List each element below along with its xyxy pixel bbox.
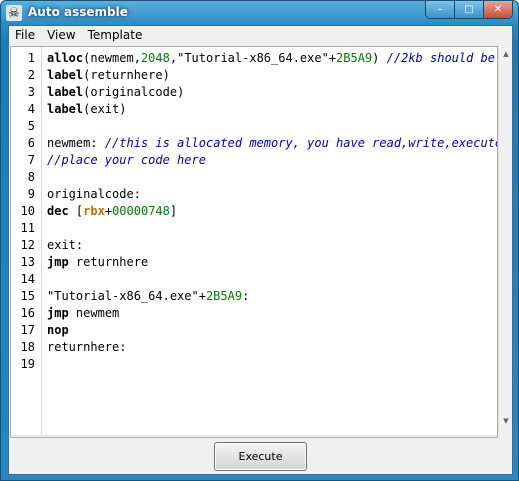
code-area[interactable]: alloc(newmem,2048,"Tutorial-x86_64.exe"+… bbox=[47, 47, 497, 437]
client-area: File View Template 1 2 3 4 5 6 7 8 9 10 11 12 13 14 15… bbox=[8, 25, 513, 475]
line-number: 19 bbox=[20, 357, 35, 371]
line-number: 5 bbox=[27, 119, 35, 133]
line-number: 14 bbox=[20, 272, 35, 286]
code-line[interactable]: exit: bbox=[47, 237, 83, 254]
code-line[interactable]: "Tutorial-x86_64.exe"+2B5A9: bbox=[47, 288, 249, 305]
line-number: 16 bbox=[20, 306, 35, 320]
code-line[interactable]: label(originalcode) bbox=[47, 84, 184, 101]
scroll-up-icon[interactable]: ▲ bbox=[499, 47, 513, 61]
code-line[interactable]: dec [rbx+00000748] bbox=[47, 203, 177, 220]
line-number: 15 bbox=[20, 289, 35, 303]
scrollbar-corner bbox=[498, 430, 512, 438]
code-line[interactable]: newmem: //this is allocated memory, you … bbox=[47, 135, 497, 152]
code-line[interactable]: originalcode: bbox=[47, 186, 141, 203]
line-number: 2 bbox=[27, 68, 35, 82]
line-number: 1 bbox=[27, 51, 35, 65]
code-editor[interactable]: 1 2 3 4 5 6 7 8 9 10 11 12 13 14 15 16 17 18 19 alloc(newm… bbox=[10, 46, 498, 438]
line-number: 8 bbox=[27, 170, 35, 184]
maximize-button[interactable]: □ bbox=[455, 1, 484, 18]
code-line[interactable]: label(exit) bbox=[47, 101, 127, 118]
code-line[interactable]: jmp newmem bbox=[47, 305, 119, 322]
execute-button[interactable]: Execute bbox=[214, 442, 307, 471]
code-line[interactable]: alloc(newmem,2048,"Tutorial-x86_64.exe"+… bbox=[47, 50, 497, 67]
vertical-scrollbar[interactable]: ▲ ▼ bbox=[498, 46, 512, 438]
line-number: 18 bbox=[20, 340, 35, 354]
line-number: 4 bbox=[27, 102, 35, 116]
menu-bar: File View Template bbox=[9, 26, 512, 45]
code-line[interactable]: jmp returnhere bbox=[47, 254, 148, 271]
menu-template[interactable]: Template bbox=[82, 26, 149, 45]
window-frame: ☠ Auto assemble – □ ✕ File View Template… bbox=[0, 0, 519, 481]
line-number: 7 bbox=[27, 153, 35, 167]
minimize-button[interactable]: – bbox=[426, 1, 455, 18]
line-number: 12 bbox=[20, 238, 35, 252]
app-icon: ☠ bbox=[6, 5, 22, 21]
code-line[interactable]: label(returnhere) bbox=[47, 67, 170, 84]
horizontal-scrollbar[interactable]: ◀ ||| ▶ bbox=[12, 435, 498, 438]
code-line[interactable]: returnhere: bbox=[47, 339, 126, 356]
code-line[interactable]: nop bbox=[47, 322, 69, 339]
menu-view[interactable]: View bbox=[41, 26, 81, 45]
line-number: 11 bbox=[20, 221, 35, 235]
scroll-right-icon[interactable]: ▶ bbox=[484, 437, 498, 438]
line-number: 3 bbox=[27, 85, 35, 99]
line-number: 6 bbox=[27, 136, 35, 150]
line-number-gutter: 1 2 3 4 5 6 7 8 9 10 11 12 13 14 15 16 17 18 19 bbox=[11, 47, 42, 437]
close-button[interactable]: ✕ bbox=[484, 1, 512, 18]
scroll-down-icon[interactable]: ▼ bbox=[499, 414, 513, 428]
window-title: Auto assemble bbox=[28, 5, 128, 19]
title-bar[interactable]: ☠ Auto assemble – □ ✕ bbox=[1, 1, 519, 25]
scroll-left-icon[interactable]: ◀ bbox=[13, 437, 27, 438]
line-number: 13 bbox=[20, 255, 35, 269]
line-number: 10 bbox=[20, 204, 35, 218]
line-number: 17 bbox=[20, 323, 35, 337]
code-line[interactable]: //place your code here bbox=[47, 152, 206, 169]
caption-buttons: – □ ✕ bbox=[425, 1, 513, 19]
menu-file[interactable]: File bbox=[9, 26, 41, 45]
line-number: 9 bbox=[27, 187, 35, 201]
